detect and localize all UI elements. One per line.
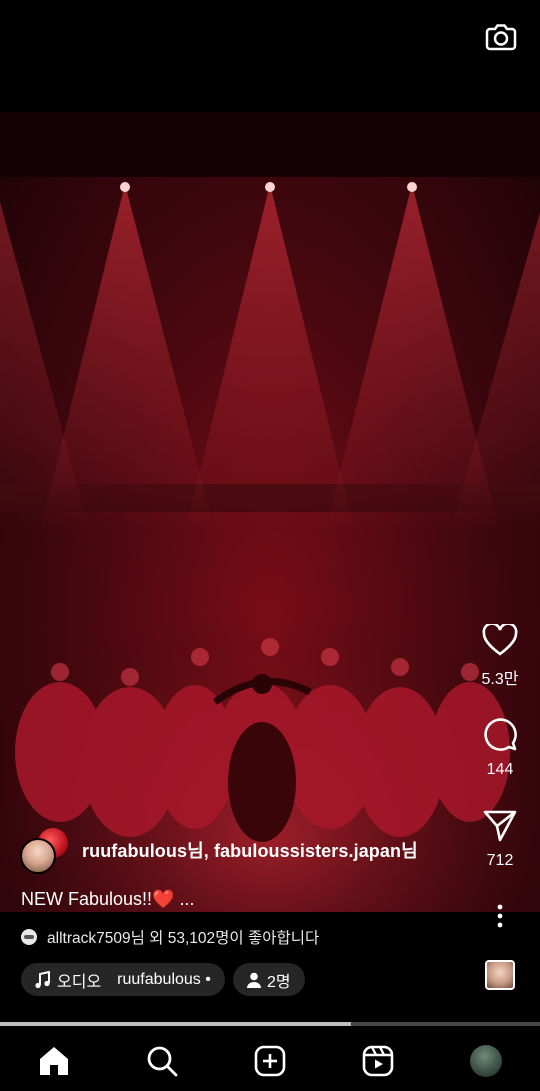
like-count: 5.3만 [481, 671, 519, 688]
nav-profile[interactable] [456, 1036, 516, 1086]
music-note-icon [35, 970, 50, 988]
avatar[interactable] [20, 838, 56, 874]
reel-video[interactable] [0, 112, 540, 912]
nav-reels[interactable] [348, 1036, 408, 1086]
search-icon [147, 1046, 178, 1076]
tagged-people-chip[interactable]: 2명 [233, 963, 305, 996]
audio-author: ruufabulous • [117, 970, 211, 988]
person-icon [247, 972, 261, 988]
share-action[interactable]: 712 [470, 809, 530, 870]
profile-avatar [470, 1044, 502, 1077]
nav-create[interactable] [240, 1036, 300, 1086]
nav-home[interactable] [24, 1036, 84, 1086]
author-names[interactable]: ruufabulous님, fabuloussisters.japan님 [82, 837, 418, 863]
video-progress-fill [0, 1022, 351, 1026]
bottom-navigation [0, 1030, 540, 1091]
post-caption[interactable]: NEW Fabulous!!❤️ ... [21, 889, 194, 910]
share-count: 712 [486, 852, 514, 869]
audio-chip[interactable]: 오디오 ruufabulous • [21, 963, 225, 996]
camera-icon [485, 24, 517, 51]
reels-icon [362, 1045, 394, 1076]
audio-label: 오디오 [57, 973, 102, 991]
like-action[interactable]: 5.3만 [470, 622, 530, 689]
audio-thumbnail[interactable] [485, 960, 515, 990]
author-avatars[interactable] [20, 828, 80, 874]
liked-by-text: alltrack7509님 외 53,102명이 좋아합니다 [47, 930, 320, 947]
camera-button[interactable] [480, 16, 522, 58]
comment-icon[interactable] [482, 716, 518, 752]
plus-square-icon [254, 1045, 286, 1076]
home-icon [40, 1046, 68, 1075]
logo-icon [24, 935, 34, 939]
comment-action[interactable]: 144 [470, 716, 530, 779]
tagged-people-count: 2명 [267, 973, 291, 991]
nav-search[interactable] [132, 1036, 192, 1086]
post-authors[interactable]: ruufabulous님, fabuloussisters.japan님 [20, 828, 418, 874]
avatar [21, 929, 37, 945]
more-options-button[interactable] [470, 903, 530, 934]
send-icon[interactable] [482, 809, 518, 843]
comment-count: 144 [486, 761, 514, 778]
more-vertical-icon [497, 904, 503, 928]
heart-icon[interactable] [482, 622, 518, 656]
stage-scene [0, 112, 540, 912]
liked-by[interactable]: alltrack7509님 외 53,102명이 좋아합니다 [21, 926, 319, 948]
video-progress-bar[interactable] [0, 1022, 540, 1026]
